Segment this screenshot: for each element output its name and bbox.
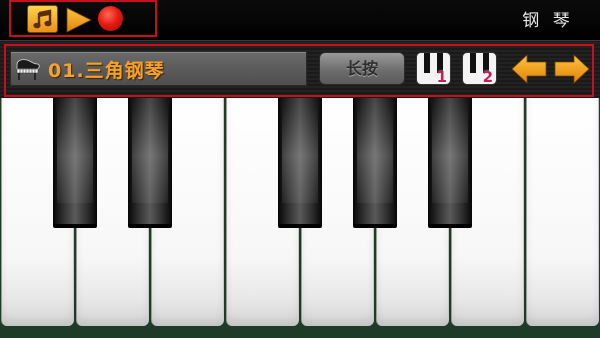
piano-keyboard bbox=[0, 98, 600, 338]
black-key[interactable] bbox=[353, 98, 397, 228]
black-key[interactable] bbox=[278, 98, 322, 228]
music-note-button[interactable] bbox=[27, 5, 58, 33]
layout-1-label: 1 bbox=[436, 68, 447, 85]
instrument-name: 01.三角钢琴 bbox=[48, 60, 165, 82]
music-note-icon bbox=[33, 9, 52, 29]
record-button[interactable] bbox=[98, 6, 123, 31]
arrow-left-icon[interactable] bbox=[511, 54, 547, 84]
layout-2-label: 2 bbox=[482, 68, 493, 85]
black-key[interactable] bbox=[128, 98, 172, 228]
layout-1-button[interactable]: 1 bbox=[416, 52, 451, 85]
arrow-right-icon[interactable] bbox=[554, 54, 590, 84]
white-key[interactable] bbox=[526, 98, 599, 326]
app-title: 钢 琴 bbox=[522, 11, 574, 31]
black-key[interactable] bbox=[53, 98, 97, 228]
layout-2-button[interactable]: 2 bbox=[462, 52, 497, 85]
play-icon[interactable] bbox=[66, 7, 92, 33]
grand-piano-icon bbox=[16, 59, 40, 80]
sustain-button[interactable]: 长按 bbox=[319, 52, 405, 85]
black-key[interactable] bbox=[428, 98, 472, 228]
